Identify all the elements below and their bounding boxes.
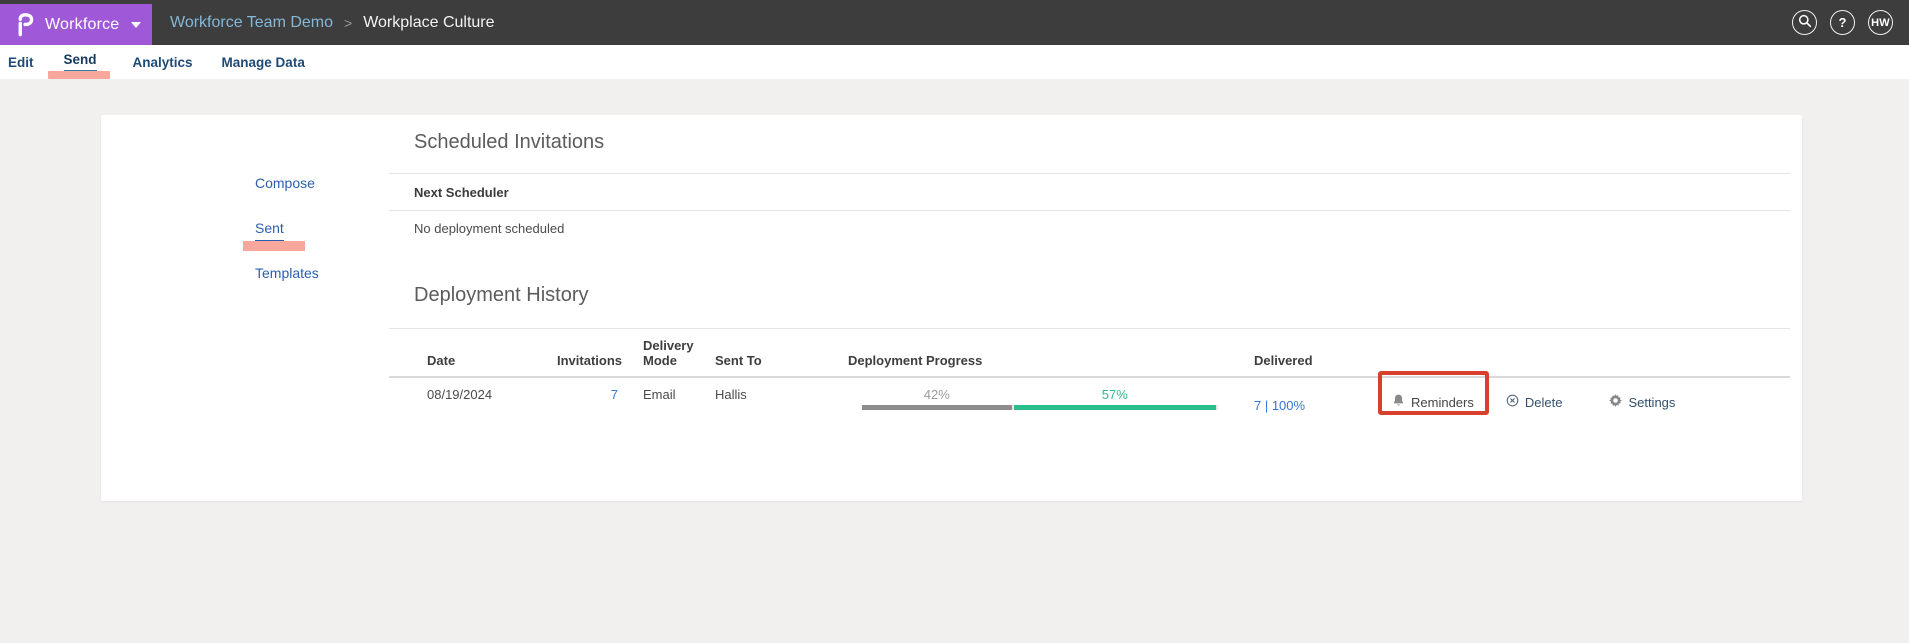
progress-segment-gray bbox=[862, 405, 1012, 410]
annotation-highlight-sent-item bbox=[243, 241, 305, 251]
annotation-highlight-send-tab bbox=[48, 71, 110, 79]
avatar-initials: HW bbox=[1871, 16, 1890, 29]
caret-down-icon bbox=[131, 21, 142, 28]
no-deployment-message: No deployment scheduled bbox=[414, 221, 565, 236]
table-row: 08/19/2024 7 Email Hallis 42% 57% 7 | 10… bbox=[389, 387, 1790, 414]
column-header-date: Date bbox=[427, 353, 456, 368]
search-button[interactable] bbox=[1792, 10, 1817, 35]
reminders-label: Reminders bbox=[1411, 394, 1474, 410]
progress-bar bbox=[862, 405, 1218, 410]
column-header-sent-to: Sent To bbox=[715, 353, 762, 368]
content-card: Compose Sent Templates Scheduled Invitat… bbox=[101, 115, 1802, 501]
sidebar-item-compose[interactable]: Compose bbox=[255, 175, 315, 191]
progress-segment-green bbox=[1013, 405, 1217, 410]
row-actions: Reminders Delete Settings bbox=[1378, 387, 1675, 411]
divider bbox=[389, 173, 1790, 174]
bell-icon bbox=[1392, 393, 1405, 411]
sidebar-item-templates[interactable]: Templates bbox=[255, 265, 319, 281]
cell-delivery-mode: Email bbox=[643, 387, 676, 402]
invitations-count-link[interactable]: 7 bbox=[611, 387, 618, 402]
column-header-deployment-progress: Deployment Progress bbox=[848, 353, 983, 368]
settings-label: Settings bbox=[1628, 394, 1676, 410]
deployment-history-title: Deployment History bbox=[414, 284, 589, 306]
tab-edit[interactable]: Edit bbox=[8, 55, 34, 70]
cell-sent-to: Hallis bbox=[715, 387, 747, 402]
history-table-header: Date Invitations Delivery Mode Sent To D… bbox=[389, 329, 1790, 368]
settings-button[interactable]: Settings bbox=[1609, 394, 1675, 410]
gear-icon bbox=[1609, 394, 1623, 410]
tab-analytics[interactable]: Analytics bbox=[133, 55, 193, 70]
product-name: Workforce bbox=[45, 15, 120, 33]
scheduled-invitations-title: Scheduled Invitations bbox=[414, 131, 605, 153]
divider bbox=[389, 210, 1790, 211]
topbar-icons: ? HW bbox=[1792, 10, 1893, 35]
column-header-delivery-mode: Delivery Mode bbox=[643, 338, 694, 368]
search-icon bbox=[1798, 14, 1812, 31]
cell-date: 08/19/2024 bbox=[427, 387, 493, 402]
reminders-button[interactable]: Reminders bbox=[1392, 393, 1474, 411]
top-bar: Workforce Workforce Team Demo > Workplac… bbox=[0, 0, 1909, 45]
question-mark-icon: ? bbox=[1838, 15, 1847, 30]
perceptyx-logo-icon bbox=[15, 12, 36, 37]
breadcrumb-current: Workplace Culture bbox=[363, 13, 495, 31]
progress-gray-label: 42% bbox=[923, 387, 950, 402]
product-switcher[interactable]: Workforce bbox=[0, 4, 152, 45]
delete-label: Delete bbox=[1524, 394, 1563, 410]
next-scheduler-label: Next Scheduler bbox=[414, 185, 509, 200]
circle-x-icon bbox=[1506, 394, 1519, 410]
progress-green-label: 57% bbox=[1101, 387, 1128, 402]
cell-deployment-progress: 42% 57% bbox=[848, 387, 1238, 410]
sidebar-item-sent[interactable]: Sent bbox=[255, 220, 284, 242]
breadcrumb-separator: > bbox=[344, 14, 353, 31]
delivered-value-link[interactable]: 7 | 100% bbox=[1254, 398, 1305, 413]
user-avatar[interactable]: HW bbox=[1868, 10, 1893, 35]
tab-send[interactable]: Send bbox=[63, 52, 97, 72]
sent-panel: Scheduled Invitations Next Scheduler No … bbox=[389, 115, 1790, 501]
column-header-invitations: Invitations bbox=[557, 353, 623, 368]
column-header-delivered: Delivered bbox=[1254, 353, 1313, 368]
tab-manage-data[interactable]: Manage Data bbox=[222, 55, 305, 70]
table-header-divider bbox=[389, 376, 1790, 378]
breadcrumb-parent-link[interactable]: Workforce Team Demo bbox=[170, 14, 333, 32]
workforce-send-page: Workforce Workforce Team Demo > Workplac… bbox=[0, 0, 1909, 643]
help-button[interactable]: ? bbox=[1830, 10, 1855, 35]
delete-button[interactable]: Delete bbox=[1506, 394, 1563, 410]
primary-tabs: Edit Send Analytics Manage Data bbox=[0, 45, 1909, 79]
breadcrumb: Workforce Team Demo > Workplace Culture bbox=[170, 0, 495, 45]
